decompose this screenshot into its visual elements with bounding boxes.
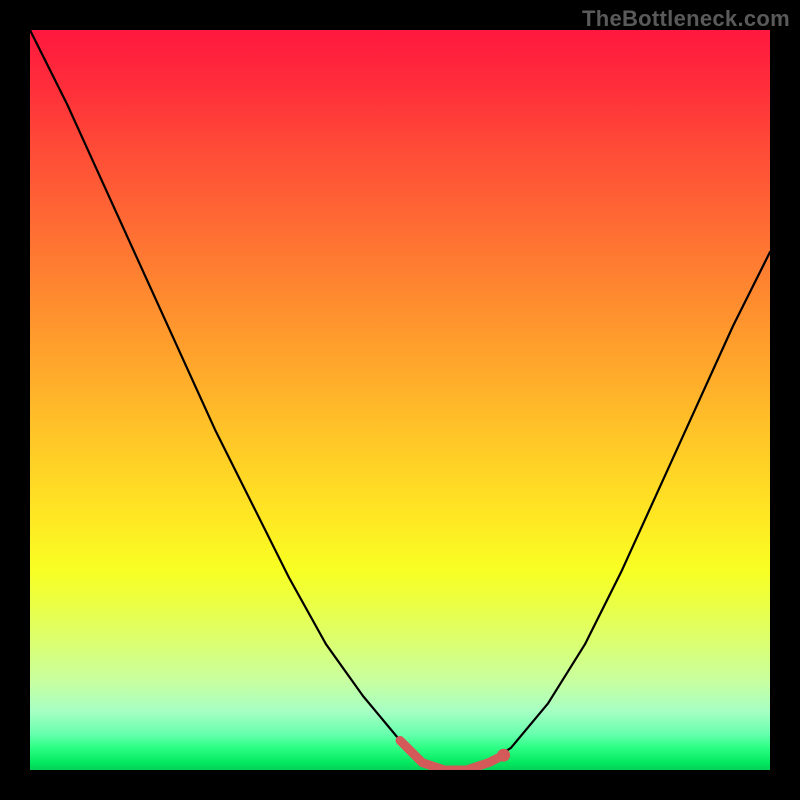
trough-endpoint (497, 749, 510, 762)
trough-emphasis (400, 740, 504, 770)
curve-overlay (30, 30, 770, 770)
bottleneck-curve (30, 30, 770, 770)
chart-frame: TheBottleneck.com (0, 0, 800, 800)
watermark-text: TheBottleneck.com (582, 6, 790, 32)
plot-area (30, 30, 770, 770)
